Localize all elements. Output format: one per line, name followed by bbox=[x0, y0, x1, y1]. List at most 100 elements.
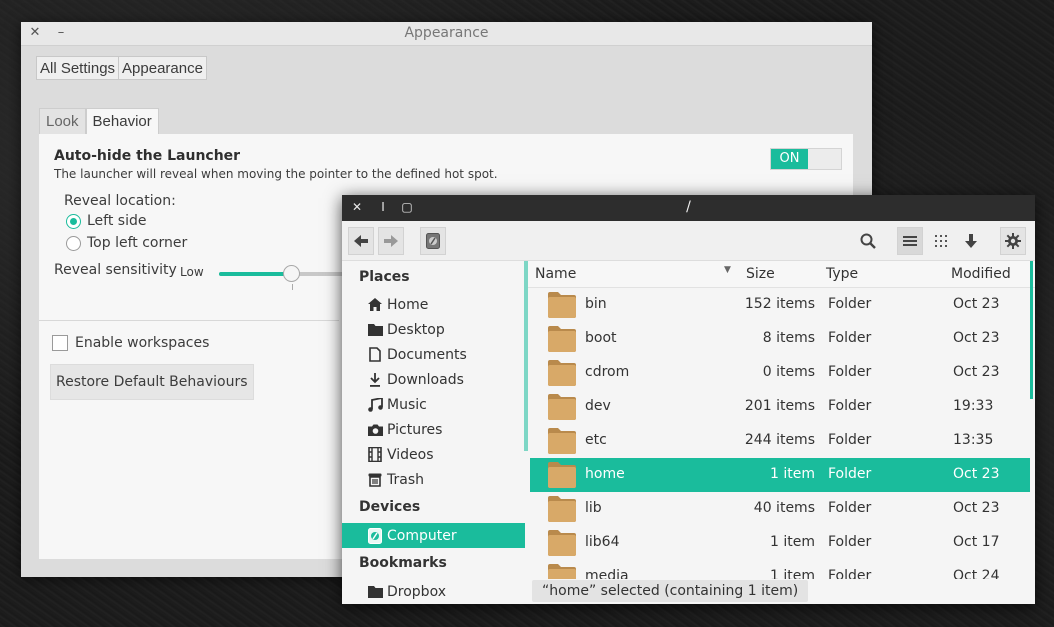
file-type: Folder bbox=[828, 330, 872, 346]
radio-left-side[interactable]: Left side bbox=[66, 213, 146, 229]
sidebar-item-label: Downloads bbox=[387, 371, 464, 388]
sidebar-item-videos[interactable]: Videos bbox=[342, 442, 525, 467]
column-name[interactable]: Name bbox=[535, 266, 576, 282]
sidebar-item-label: Documents bbox=[387, 346, 467, 363]
forward-button[interactable] bbox=[378, 227, 404, 255]
column-modified[interactable]: Modified bbox=[951, 266, 1011, 282]
table-row[interactable]: cdrom 0 items Folder Oct 23 bbox=[530, 356, 1030, 390]
breadcrumb-appearance[interactable]: Appearance bbox=[119, 56, 207, 80]
radio-button[interactable] bbox=[66, 235, 81, 251]
column-size[interactable]: Size bbox=[746, 266, 775, 282]
table-row[interactable]: media 1 item Folder Oct 24 bbox=[530, 560, 1030, 579]
file-modified: Oct 23 bbox=[953, 364, 1000, 380]
slider-tick bbox=[292, 284, 293, 290]
folder-icon bbox=[548, 292, 576, 318]
sidebar-item-pictures[interactable]: Pictures bbox=[342, 417, 525, 442]
sidebar-item-documents[interactable]: Documents bbox=[342, 342, 525, 367]
file-manager-window: ✕ I ▢ / Places Home Desktop Documents Do… bbox=[342, 195, 1035, 604]
tab-look[interactable]: Look bbox=[39, 108, 86, 134]
table-row[interactable]: dev 201 items Folder 19:33 bbox=[530, 390, 1030, 424]
folder-icon bbox=[548, 530, 576, 556]
file-type: Folder bbox=[828, 432, 872, 448]
enable-workspaces-row[interactable]: Enable workspaces bbox=[52, 335, 209, 351]
sort-descending-icon[interactable]: ▼ bbox=[724, 265, 731, 275]
sidebar-item-label: Trash bbox=[387, 471, 424, 488]
reveal-location-label: Reveal location: bbox=[64, 193, 176, 209]
folder-icon bbox=[548, 394, 576, 420]
file-type: Folder bbox=[828, 466, 872, 482]
file-modified: Oct 23 bbox=[953, 500, 1000, 516]
tab-bar: Look Behavior bbox=[39, 108, 159, 134]
folder-icon bbox=[548, 326, 576, 352]
drive-icon bbox=[426, 233, 440, 249]
file-modified: 19:33 bbox=[953, 398, 994, 414]
file-name: media bbox=[585, 568, 629, 579]
file-type: Folder bbox=[828, 500, 872, 516]
list-view-button[interactable] bbox=[897, 227, 923, 255]
grid-icon bbox=[935, 235, 947, 247]
file-type: Folder bbox=[828, 364, 872, 380]
file-name: boot bbox=[585, 330, 617, 346]
table-row[interactable]: etc 244 items Folder 13:35 bbox=[530, 424, 1030, 458]
file-modified: Oct 23 bbox=[953, 466, 1000, 482]
window-title: Appearance bbox=[404, 25, 489, 41]
sidebar-item-label: Home bbox=[387, 296, 429, 313]
folder-icon bbox=[548, 428, 576, 454]
column-type[interactable]: Type bbox=[826, 266, 858, 282]
sidebar-item-computer[interactable]: Computer bbox=[342, 523, 525, 548]
table-row[interactable]: boot 8 items Folder Oct 23 bbox=[530, 322, 1030, 356]
slider-knob[interactable] bbox=[283, 265, 300, 282]
places-heading: Places bbox=[359, 269, 410, 285]
search-button[interactable] bbox=[855, 227, 881, 255]
file-size: 201 items bbox=[744, 398, 815, 414]
sidebar-item-desktop[interactable]: Desktop bbox=[342, 317, 525, 342]
autohide-title: Auto-hide the Launcher bbox=[54, 148, 241, 164]
bookmarks-heading: Bookmarks bbox=[359, 555, 447, 571]
table-row[interactable]: lib64 1 item Folder Oct 17 bbox=[530, 526, 1030, 560]
table-row[interactable]: home 1 item Folder Oct 23 bbox=[530, 458, 1030, 492]
reveal-sensitivity-label: Reveal sensitivity bbox=[54, 262, 177, 278]
sidebar-item-trash[interactable]: Trash bbox=[342, 467, 525, 492]
sidebar-item-label: Computer bbox=[387, 527, 457, 544]
file-size: 1 item bbox=[770, 534, 815, 550]
breadcrumb-all-settings[interactable]: All Settings bbox=[36, 56, 120, 80]
drive-icon bbox=[368, 527, 382, 544]
tab-behavior[interactable]: Behavior bbox=[85, 108, 159, 134]
scrollbar[interactable] bbox=[1030, 261, 1033, 399]
autohide-switch[interactable]: ON bbox=[770, 148, 842, 170]
file-size: 40 items bbox=[753, 500, 815, 516]
file-manager-titlebar: ✕ I ▢ / bbox=[342, 195, 1035, 221]
sidebar-item-home[interactable]: Home bbox=[342, 292, 525, 317]
status-bar: “home” selected (containing 1 item) bbox=[532, 580, 809, 602]
file-name: home bbox=[585, 466, 625, 482]
file-name: lib bbox=[585, 500, 602, 516]
devices-heading: Devices bbox=[359, 499, 421, 515]
radio-top-left-corner[interactable]: Top left corner bbox=[66, 235, 187, 251]
file-type: Folder bbox=[828, 398, 872, 414]
path-drive-button[interactable] bbox=[420, 227, 446, 255]
back-button[interactable] bbox=[348, 227, 374, 255]
radio-button[interactable] bbox=[66, 213, 81, 229]
file-type: Folder bbox=[828, 568, 872, 579]
sidebar-item-label: Desktop bbox=[387, 321, 445, 338]
file-type: Folder bbox=[828, 296, 872, 312]
restore-defaults-button[interactable]: Restore Default Behaviours bbox=[50, 364, 254, 400]
folder-icon bbox=[367, 586, 383, 598]
file-modified: Oct 24 bbox=[953, 568, 1000, 579]
file-list: bin 152 items Folder Oct 23 boot 8 items Folde… bbox=[528, 288, 1030, 579]
sidebar-item-music[interactable]: Music bbox=[342, 392, 525, 417]
download-button[interactable] bbox=[958, 227, 984, 255]
enable-workspaces-checkbox[interactable] bbox=[52, 335, 68, 351]
grid-view-button[interactable] bbox=[928, 227, 954, 255]
file-name: dev bbox=[585, 398, 611, 414]
settings-button[interactable] bbox=[1000, 227, 1026, 255]
sidebar-item-dropbox[interactable]: Dropbox bbox=[342, 579, 525, 604]
radio-label: Left side bbox=[87, 213, 147, 229]
table-row[interactable]: lib 40 items Folder Oct 23 bbox=[530, 492, 1030, 526]
radio-label: Top left corner bbox=[87, 235, 188, 251]
folder-icon bbox=[548, 564, 576, 579]
search-icon bbox=[860, 233, 876, 249]
sidebar-item-downloads[interactable]: Downloads bbox=[342, 367, 525, 392]
table-row[interactable]: bin 152 items Folder Oct 23 bbox=[530, 288, 1030, 322]
file-name: etc bbox=[585, 432, 607, 448]
